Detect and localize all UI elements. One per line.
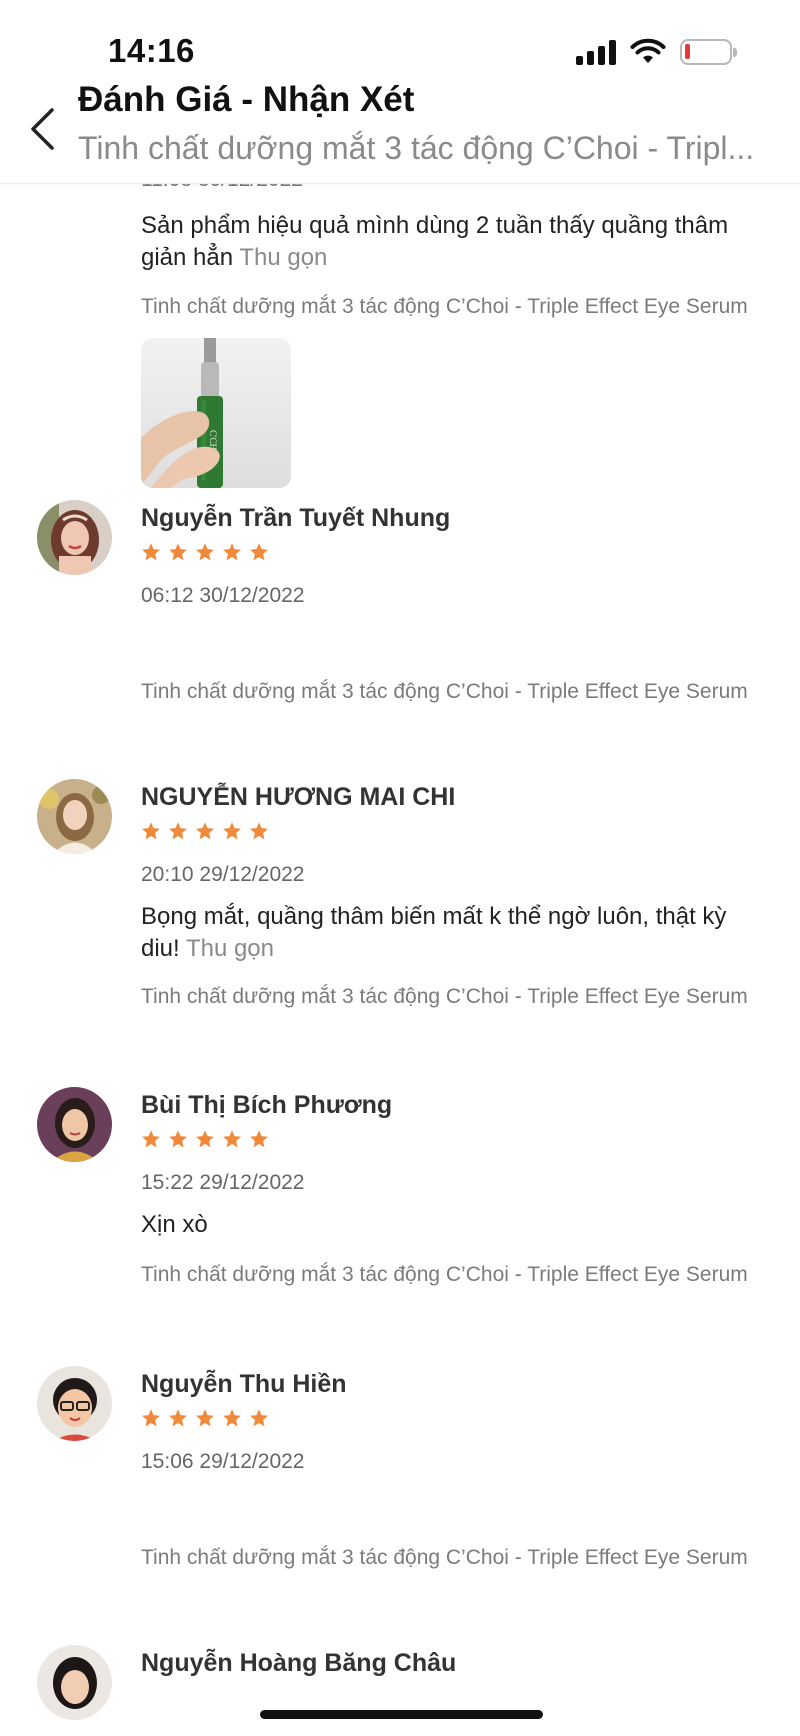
- reviewed-product[interactable]: Tinh chất dưỡng mắt 3 tác động C’Choi - …: [141, 1546, 781, 1570]
- header-bar: Đánh Giá - Nhận Xét Tinh chất dưỡng mắt …: [0, 76, 800, 184]
- star-icon: [196, 822, 214, 840]
- reviewed-product[interactable]: Tinh chất dưỡng mắt 3 tác động C’Choi - …: [141, 1263, 781, 1287]
- star-icon: [169, 543, 187, 561]
- rating-stars: [141, 542, 269, 562]
- star-icon: [250, 1409, 268, 1427]
- reviewer-avatar: [37, 779, 112, 854]
- chevron-left-icon: [31, 108, 54, 150]
- reviews-list[interactable]: 11:08 30/12/2022 Sản phẩm hiệu quả mình …: [0, 184, 800, 1736]
- reviewer-avatar: [37, 1087, 112, 1162]
- review-photo[interactable]: C'CHOI: [141, 338, 291, 488]
- star-icon: [169, 1130, 187, 1148]
- star-icon: [196, 1130, 214, 1148]
- review-date: 20:10 29/12/2022: [141, 863, 305, 886]
- review-date: 15:06 29/12/2022: [141, 1450, 305, 1473]
- status-icons: [576, 38, 737, 66]
- review-date: 11:08 30/12/2022: [141, 184, 303, 192]
- reviewer-avatar: [37, 1366, 112, 1441]
- rating-stars: [141, 1129, 269, 1149]
- star-icon: [142, 1130, 160, 1148]
- review-text: Xịn xò: [141, 1211, 208, 1238]
- star-icon: [142, 822, 160, 840]
- product-subtitle: Tinh chất dưỡng mắt 3 tác động C’Choi - …: [78, 130, 755, 166]
- reviewer-name: Nguyễn Trần Tuyết Nhung: [141, 504, 451, 532]
- star-icon: [169, 822, 187, 840]
- review-date: 15:22 29/12/2022: [141, 1171, 305, 1194]
- reviewed-product[interactable]: Tinh chất dưỡng mắt 3 tác động C’Choi - …: [141, 680, 781, 704]
- battery-icon: [680, 39, 737, 65]
- reviewer-name: Nguyễn Thu Hiền: [141, 1370, 347, 1398]
- review-text-content: Sản phẩm hiệu quả mình dùng 2 tuần thấy …: [141, 212, 729, 271]
- star-icon: [142, 1409, 160, 1427]
- star-icon: [223, 1409, 241, 1427]
- star-icon: [196, 1409, 214, 1427]
- review-date: 06:12 30/12/2022: [141, 584, 305, 607]
- star-icon: [250, 1130, 268, 1148]
- back-button[interactable]: [22, 104, 62, 154]
- star-icon: [223, 1130, 241, 1148]
- home-indicator[interactable]: [260, 1710, 543, 1719]
- product-photo-image: C'CHOI: [141, 338, 291, 488]
- collapse-link[interactable]: Thu gọn: [186, 935, 274, 962]
- star-icon: [142, 543, 160, 561]
- review-text: Bọng mắt, quầng thâm biến mất k thể ngờ …: [141, 901, 761, 965]
- page-title: Đánh Giá - Nhận Xét: [78, 80, 415, 119]
- reviewer-name: Nguyễn Hoàng Băng Châu: [141, 1649, 457, 1677]
- status-bar: 14:16: [0, 0, 800, 76]
- reviewer-avatar: [37, 1645, 112, 1720]
- reviewer-avatar: [37, 500, 112, 575]
- reviewer-name: NGUYỄN HƯƠNG MAI CHI: [141, 783, 456, 811]
- star-icon: [169, 1409, 187, 1427]
- star-icon: [223, 543, 241, 561]
- rating-stars: [141, 1408, 269, 1428]
- star-icon: [223, 822, 241, 840]
- status-time: 14:16: [108, 32, 195, 69]
- reviewed-product[interactable]: Tinh chất dưỡng mắt 3 tác động C’Choi - …: [141, 295, 781, 319]
- reviewer-name: Bùi Thị Bích Phương: [141, 1091, 393, 1119]
- star-icon: [250, 822, 268, 840]
- cellular-signal-icon: [576, 39, 616, 65]
- review-text: Sản phẩm hiệu quả mình dùng 2 tuần thấy …: [141, 210, 761, 274]
- star-icon: [196, 543, 214, 561]
- star-icon: [250, 543, 268, 561]
- collapse-link[interactable]: Thu gọn: [239, 244, 327, 271]
- reviewed-product[interactable]: Tinh chất dưỡng mắt 3 tác động C’Choi - …: [141, 985, 781, 1009]
- rating-stars: [141, 821, 269, 841]
- wifi-icon: [630, 38, 666, 63]
